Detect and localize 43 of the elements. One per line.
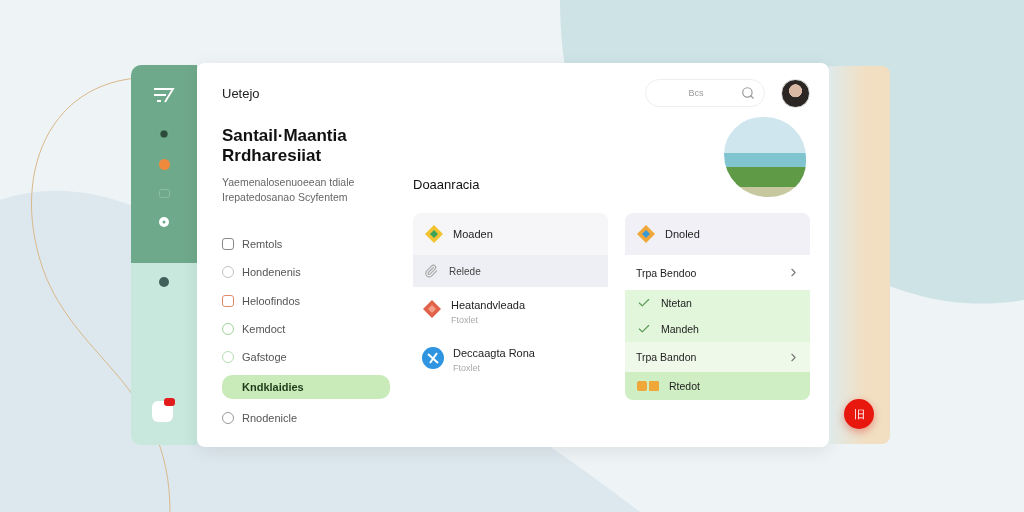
nav-item[interactable]: Kemdoct: [222, 314, 390, 344]
item-title[interactable]: Deccaagta Rona: [453, 347, 535, 359]
circle-icon[interactable]: [159, 217, 169, 227]
badge-label: Rtedot: [669, 380, 700, 392]
list-row[interactable]: Trpa Bandon: [625, 342, 810, 372]
list-row[interactable]: Relede: [413, 255, 608, 287]
list-label: Trpa Bandon: [636, 351, 698, 363]
page-heading: Santail·Maantia Rrdharesiiat: [222, 126, 348, 166]
item-subtitle: Ftoxlet: [451, 315, 479, 325]
card-title: Dnoled: [665, 228, 700, 240]
section-title: Doaanracia: [413, 177, 480, 192]
checkmark-icon[interactable]: [637, 296, 651, 310]
search-icon[interactable]: [741, 86, 755, 100]
nav-item[interactable]: Hondenenis: [222, 258, 390, 287]
paperclip-icon: [424, 264, 438, 278]
item-subtitle: Ftoxlet: [453, 363, 481, 373]
nav-item[interactable]: Gafstoge: [222, 343, 390, 372]
app-icon[interactable]: [151, 397, 177, 423]
logo-icon[interactable]: [151, 85, 177, 105]
search-field[interactable]: Bcs: [645, 79, 765, 107]
circle-logo-icon: [422, 347, 444, 369]
diamond-logo-icon: [636, 224, 656, 244]
avatar[interactable]: [781, 78, 810, 108]
nav-item[interactable]: Remtols: [222, 230, 390, 259]
nav-item[interactable]: Heloofindos: [222, 286, 390, 315]
nav-item[interactable]: Rnodenicle: [222, 403, 390, 432]
card-title: Moaden: [453, 228, 493, 240]
dot-icon[interactable]: [158, 159, 170, 170]
app-title: Uetejo: [222, 85, 261, 101]
checkmark-icon[interactable]: [637, 322, 651, 336]
row-label: Relede: [449, 265, 481, 277]
diamond-logo-icon: [424, 224, 444, 244]
nav-item[interactable]: Kndklaidies: [222, 375, 390, 400]
list-label: Trpa Bendoo: [636, 266, 698, 279]
circle-icon[interactable]: [159, 129, 169, 139]
description: Yaemenalosenuoeean tdiale Irepatedosanao Scyfentem: [222, 175, 356, 205]
tag-icon: [637, 381, 659, 391]
check-label: Mandeh: [661, 323, 699, 335]
circle-icon[interactable]: [159, 277, 169, 287]
floating-action-button[interactable]: 旧: [844, 399, 874, 429]
item-title[interactable]: Heatandvleada: [451, 299, 525, 311]
check-label: Ntetan: [661, 297, 692, 309]
diamond-logo-icon: [422, 299, 442, 319]
